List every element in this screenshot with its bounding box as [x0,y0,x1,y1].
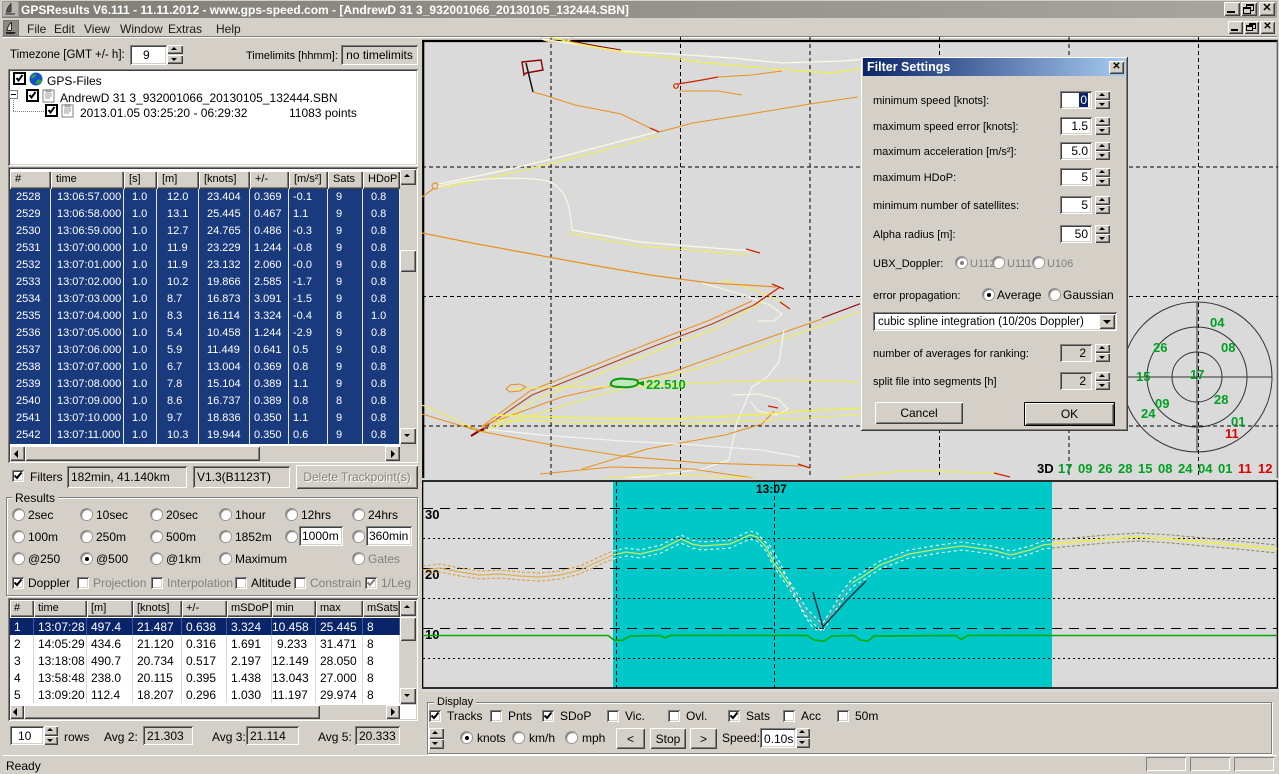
svg-text:09: 09 [1155,396,1169,411]
svg-text:26: 26 [1098,461,1112,476]
svg-text:11: 11 [1225,426,1239,441]
svg-text:15: 15 [1136,369,1150,384]
svg-text:28: 28 [1214,392,1228,407]
svg-text:10: 10 [425,627,439,642]
svg-text:26: 26 [1153,340,1167,355]
svg-text:01: 01 [1218,461,1232,476]
svg-text:22.510: 22.510 [646,377,686,392]
svg-text:24: 24 [1178,461,1193,476]
svg-text:08: 08 [1221,340,1235,355]
svg-text:08: 08 [1158,461,1172,476]
svg-text:15: 15 [1138,461,1152,476]
svg-text:17: 17 [1058,461,1072,476]
svg-text:09: 09 [1078,461,1092,476]
svg-text:17: 17 [1190,367,1204,382]
svg-text:04: 04 [1198,461,1213,476]
svg-text:13:07: 13:07 [756,482,787,496]
svg-text:11: 11 [1238,461,1252,476]
svg-text:3D: 3D [1037,461,1054,476]
svg-text:04: 04 [1210,315,1225,330]
svg-text:24: 24 [1141,406,1156,421]
svg-text:30: 30 [425,507,439,522]
svg-text:12: 12 [1258,461,1272,476]
svg-text:28: 28 [1118,461,1132,476]
